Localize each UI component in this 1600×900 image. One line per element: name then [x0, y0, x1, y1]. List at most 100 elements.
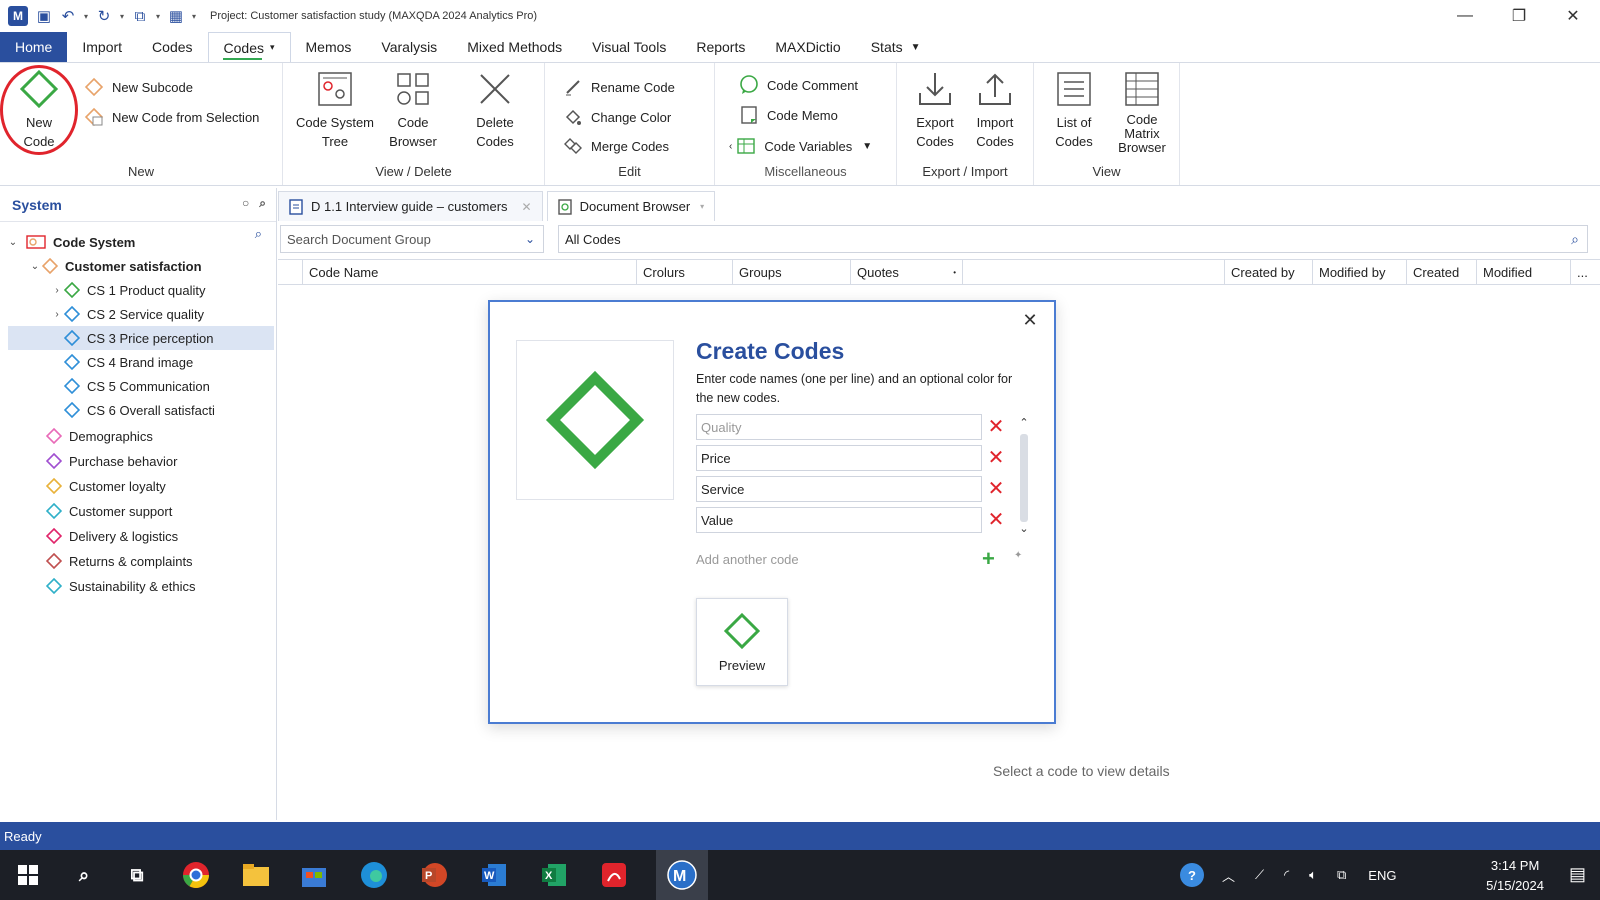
tree-item[interactable]: Purchase behavior — [0, 449, 277, 473]
chrome-icon[interactable] — [180, 859, 212, 891]
code-name-input-1[interactable] — [696, 414, 982, 440]
chevron-up-icon[interactable]: ︿ — [1222, 866, 1235, 885]
tree-item[interactable]: CS 3 Price perception — [8, 326, 274, 350]
tree-item[interactable]: Delivery & logistics — [0, 524, 277, 548]
list-of-codes-button[interactable]: List of Codes — [1046, 69, 1102, 151]
document-group-search[interactable]: Search Document Group ⌄ — [280, 225, 544, 253]
tab-maxdictio[interactable]: MAXDictio — [760, 32, 855, 62]
windows-start-icon[interactable] — [12, 859, 44, 891]
powerpoint-icon[interactable]: P — [418, 859, 450, 891]
acrobat-icon[interactable] — [598, 859, 630, 891]
dialog-close-icon[interactable]: ✕ — [1020, 310, 1040, 331]
tree-item[interactable]: Demographics — [0, 424, 277, 448]
remove-code-4-icon[interactable]: ✕ — [986, 510, 1006, 530]
file-explorer-icon[interactable] — [240, 859, 272, 891]
tree-item[interactable]: Returns & complaints — [0, 549, 277, 573]
col-groups[interactable]: Groups — [732, 260, 850, 284]
tree-item[interactable]: › CS 2 Service quality — [0, 302, 277, 326]
export-codes-button[interactable]: Export Codes — [907, 69, 963, 151]
tree-item[interactable]: CS 5 Communication — [0, 374, 277, 398]
search-icon[interactable]: ⌕ — [68, 859, 100, 891]
undo-icon[interactable]: ↶ — [58, 7, 78, 25]
code-system-tree-button[interactable]: Code System Tree — [293, 69, 377, 151]
restore-button[interactable]: ❐ — [1492, 0, 1546, 32]
rename-code-button[interactable]: Rename Code — [563, 77, 675, 97]
tab-mixed-methods[interactable]: Mixed Methods — [452, 32, 577, 62]
col-colors[interactable]: Crolurs — [636, 260, 732, 284]
tab-varalysis[interactable]: Varalysis — [366, 32, 452, 62]
codes-filter[interactable]: All Codes ⌕ — [558, 225, 1588, 253]
task-view-icon[interactable]: ⧉ — [121, 859, 153, 891]
remove-code-2-icon[interactable]: ✕ — [986, 448, 1006, 468]
close-window-button[interactable]: ✕ — [1546, 0, 1600, 32]
close-tab-icon[interactable]: ✕ — [522, 200, 532, 214]
tree-item[interactable]: Customer support — [0, 499, 277, 523]
open-icon[interactable]: ⧉ — [130, 8, 150, 25]
new-code-from-selection-button[interactable]: New Code from Selection — [84, 107, 259, 127]
code-browser-button[interactable]: Code Browser — [383, 69, 443, 151]
tab-stats[interactable]: Stats ▼ — [856, 32, 936, 62]
tab-import[interactable]: Import — [67, 32, 137, 62]
tab-visual-tools[interactable]: Visual Tools — [577, 32, 681, 62]
col-modified-by[interactable]: Modified by — [1312, 260, 1406, 284]
search-icon[interactable]: ⌕ — [1571, 231, 1579, 248]
code-name-input-4[interactable] — [696, 507, 982, 533]
expand-caret-icon[interactable]: › — [50, 309, 64, 320]
code-variables-dropdown-icon[interactable]: ▼ — [862, 141, 872, 152]
network-icon[interactable]: ⟋ — [1255, 867, 1264, 883]
col-created-by[interactable]: Created by — [1224, 260, 1312, 284]
scroll-down-icon[interactable]: ⌄ — [1018, 522, 1030, 535]
col-more[interactable]: ... — [1570, 260, 1600, 284]
panel-options-icon[interactable]: ○ — [242, 196, 249, 211]
tab-codes-active[interactable]: Codes ▾ — [207, 32, 291, 62]
store-icon[interactable] — [298, 859, 330, 891]
expand-caret-icon[interactable]: › — [50, 285, 64, 296]
edge-icon[interactable] — [358, 859, 390, 891]
collapse-caret-icon[interactable]: ⌄ — [6, 237, 20, 248]
panel-search-icon[interactable]: ⌕ — [259, 196, 266, 211]
new-code-button[interactable]: New Code — [12, 69, 66, 151]
redo-icon[interactable]: ↻ — [94, 7, 114, 25]
tab-reports[interactable]: Reports — [681, 32, 760, 62]
word-icon[interactable]: W — [478, 859, 510, 891]
add-code-plus-icon[interactable]: + — [982, 546, 995, 572]
redo-dropdown-icon[interactable]: ▾ — [118, 12, 126, 21]
language-indicator[interactable]: ENG — [1368, 868, 1396, 883]
code-memo-button[interactable]: Code Memo — [739, 105, 838, 125]
help-icon[interactable]: ? — [1180, 863, 1204, 887]
new-subcode-button[interactable]: New Subcode — [84, 77, 193, 97]
code-variables-button[interactable]: ‹ Code Variables ▼ — [729, 136, 872, 156]
col-created[interactable]: Created — [1406, 260, 1476, 284]
volume-icon[interactable]: 🔈︎ — [1309, 867, 1317, 883]
scroll-up-icon[interactable]: ⌃ — [1018, 416, 1030, 429]
minimize-button[interactable]: — — [1438, 0, 1492, 32]
tree-item[interactable]: ⌄ Customer satisfaction — [0, 254, 277, 278]
col-modified[interactable]: Modified — [1476, 260, 1570, 284]
remove-code-1-icon[interactable]: ✕ — [986, 417, 1006, 437]
tab-home[interactable]: Home — [0, 32, 68, 62]
excel-icon[interactable]: X — [538, 859, 570, 891]
tree-root[interactable]: ⌄ Code System — [0, 230, 277, 254]
col-code-name[interactable]: Code Name — [302, 260, 636, 284]
tab-codes[interactable]: Codes — [137, 32, 207, 62]
remove-code-3-icon[interactable]: ✕ — [986, 479, 1006, 499]
tab-memos[interactable]: Memos — [291, 32, 367, 62]
tab-pin-icon[interactable]: ▾ — [700, 202, 704, 211]
tree-item[interactable]: › CS 1 Product quality — [0, 278, 277, 302]
delete-codes-button[interactable]: Delete Codes — [463, 69, 527, 151]
tree-item[interactable]: CS 6 Overall satisfacti — [0, 398, 277, 422]
doc-tab-interview-guide[interactable]: D 1.1 Interview guide – customers ✕ — [278, 191, 543, 221]
code-name-input-2[interactable] — [696, 445, 982, 471]
add-another-code-text[interactable]: Add another code — [696, 552, 799, 567]
col-quotes[interactable]: Quotes • — [850, 260, 962, 284]
maxqda-taskbar-icon[interactable]: M — [666, 859, 698, 891]
tree-item[interactable]: CS 4 Brand image — [0, 350, 277, 374]
collapse-caret-icon[interactable]: ⌄ — [28, 261, 42, 272]
notifications-icon[interactable]: ▤ — [1569, 864, 1586, 885]
display-icon[interactable]: ⧉ — [1337, 867, 1346, 883]
preview-button[interactable]: Preview — [696, 598, 788, 686]
code-matrix-browser-button[interactable]: Code Matrix Browser — [1112, 69, 1172, 155]
save-icon[interactable]: ▦ — [166, 7, 186, 25]
tree-item[interactable]: Customer loyalty — [0, 474, 277, 498]
merge-codes-button[interactable]: Merge Codes — [563, 136, 669, 156]
